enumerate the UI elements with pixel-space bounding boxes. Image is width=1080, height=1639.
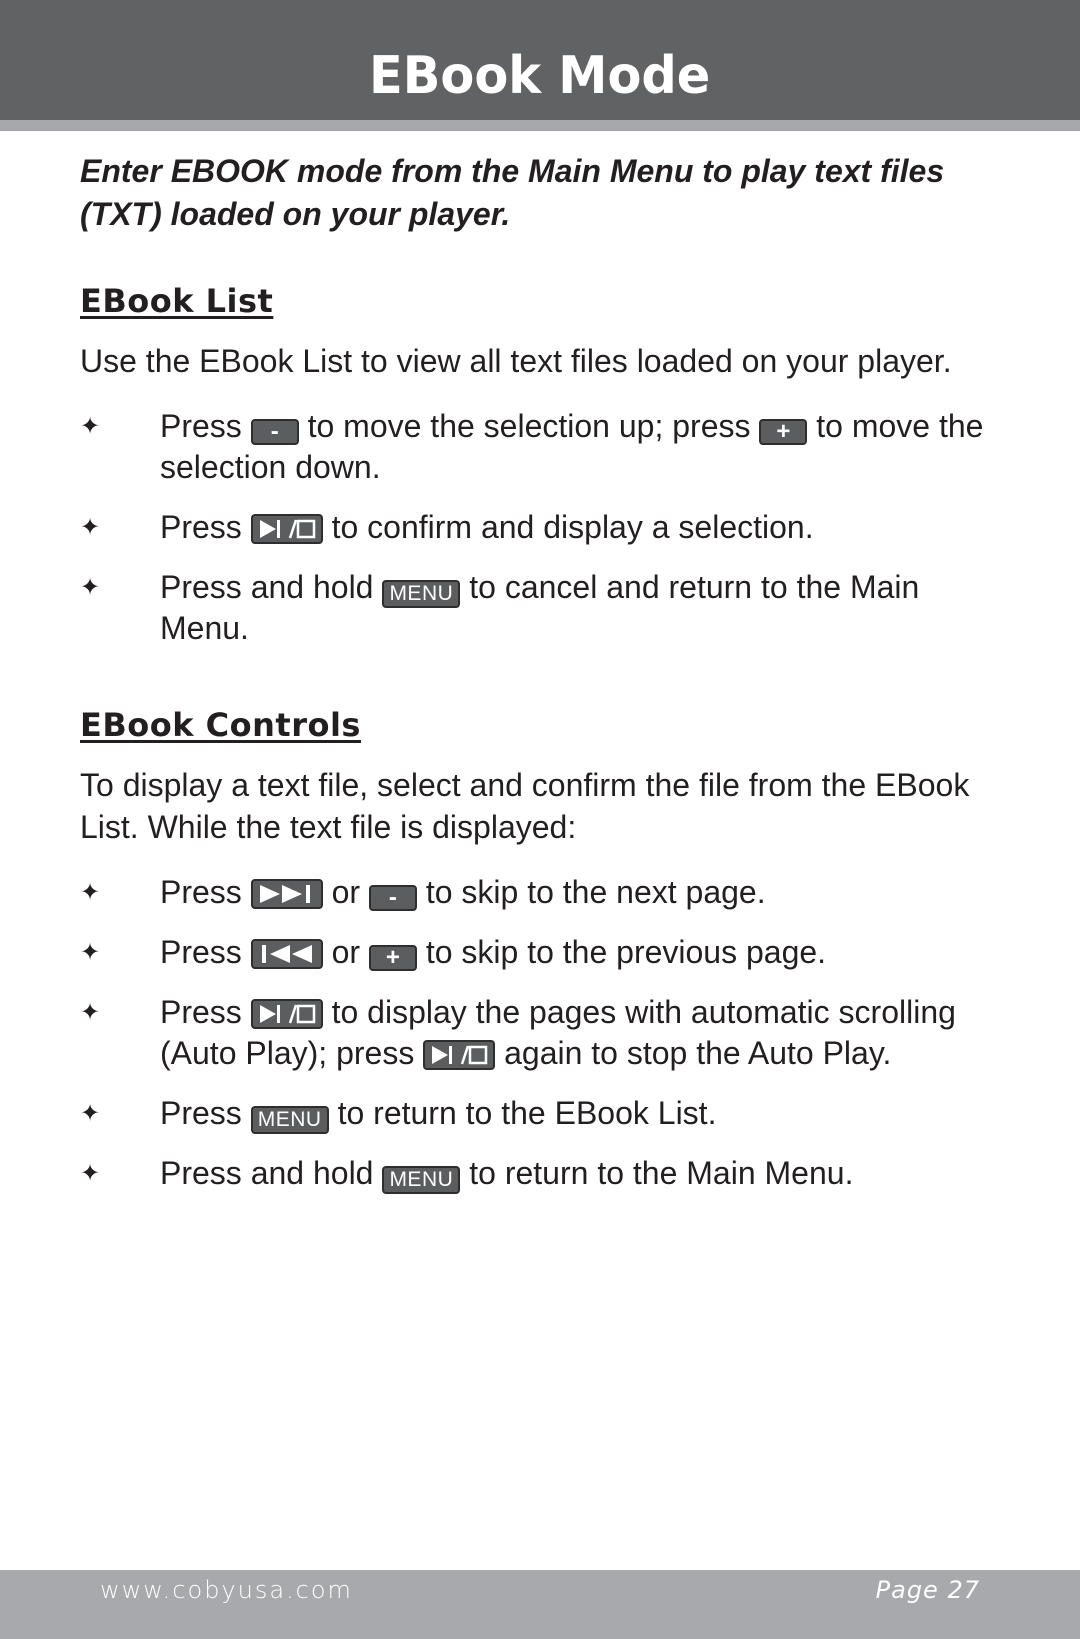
minus-button-icon: - bbox=[250, 419, 299, 445]
instruction-text: Press bbox=[160, 874, 242, 910]
star-bullet-icon: ✦ bbox=[80, 413, 101, 440]
section-heading-ebook-controls: EBook Controls bbox=[80, 706, 361, 744]
menu-button-icon: MENU bbox=[250, 1105, 329, 1134]
instruction-text: Press bbox=[160, 994, 242, 1030]
list-item: ✦ Press and hold MENU to return to the Ma… bbox=[80, 1153, 1000, 1194]
list-item: ✦ Press or - to skip to the next page. bbox=[80, 872, 1000, 913]
instruction-text: Press bbox=[160, 1095, 242, 1131]
star-bullet-icon: ✦ bbox=[80, 879, 101, 906]
footer-url: www.cobyusa.com bbox=[100, 1576, 353, 1604]
instruction-text: or bbox=[331, 874, 361, 910]
star-bullet-icon: ✦ bbox=[80, 1160, 101, 1187]
instruction-text: to skip to the next page. bbox=[425, 874, 766, 910]
star-bullet-icon: ✦ bbox=[80, 939, 101, 966]
instruction-text: to return to the Main Menu. bbox=[469, 1155, 854, 1191]
list-item: ✦ Press to confirm and display a selectio… bbox=[80, 507, 1000, 548]
star-bullet-icon: ✦ bbox=[80, 574, 101, 601]
instruction-text: Press bbox=[160, 509, 242, 545]
play-pause-button-icon bbox=[423, 1040, 496, 1070]
page-footer: www.cobyusa.com Page 27 bbox=[0, 1570, 1080, 1639]
page-header: EBook Mode bbox=[0, 0, 1080, 120]
star-bullet-icon: ✦ bbox=[80, 514, 101, 541]
page-content: Enter EBOOK mode from the Main Menu to p… bbox=[80, 150, 1000, 1213]
instruction-text: Press bbox=[160, 934, 242, 970]
instruction-text: to confirm and display a selection. bbox=[331, 509, 814, 545]
plus-button-icon: + bbox=[368, 945, 417, 971]
previous-button-icon bbox=[250, 939, 323, 969]
menu-button-icon: MENU bbox=[382, 1165, 461, 1194]
section-heading-ebook-list: EBook List bbox=[80, 282, 274, 320]
list-item: ✦ Press or + to skip to the previous page… bbox=[80, 932, 1000, 973]
play-pause-button-icon bbox=[250, 514, 323, 544]
minus-button-icon: - bbox=[368, 885, 417, 911]
list-item: ✦ Press and hold MENU to cancel and retur… bbox=[80, 567, 1000, 649]
play-pause-button-icon bbox=[250, 999, 323, 1029]
ebook-list-bullets: ✦ Press - to move the selection up; press… bbox=[80, 406, 1000, 649]
star-bullet-icon: ✦ bbox=[80, 1100, 101, 1127]
ebook-controls-description: To display a text file, select and confi… bbox=[80, 767, 970, 845]
instruction-text: to move the selection up; press bbox=[307, 408, 751, 444]
page-title: EBook Mode bbox=[369, 46, 711, 106]
instruction-text: to return to the EBook List. bbox=[337, 1095, 717, 1131]
instruction-text: Press bbox=[160, 408, 242, 444]
ebook-list-description: Use the EBook List to view all text file… bbox=[80, 343, 952, 379]
instruction-text: Press and hold bbox=[160, 569, 374, 605]
page-number: Page 27 bbox=[875, 1576, 980, 1604]
list-item: ✦ Press - to move the selection up; press… bbox=[80, 406, 1000, 488]
menu-button-icon: MENU bbox=[382, 579, 461, 608]
star-bullet-icon: ✦ bbox=[80, 999, 101, 1026]
instruction-text: again to stop the Auto Play. bbox=[504, 1035, 892, 1071]
list-item: ✦ Press to display the pages with automat… bbox=[80, 992, 1000, 1074]
intro-text: Enter EBOOK mode from the Main Menu to p… bbox=[80, 153, 945, 232]
instruction-text: or bbox=[331, 934, 361, 970]
instruction-text: Press and hold bbox=[160, 1155, 374, 1191]
next-button-icon bbox=[250, 879, 323, 909]
ebook-controls-bullets: ✦ Press or - to skip to the next page. ✦ Pr… bbox=[80, 872, 1000, 1194]
instruction-text: to skip to the previous page. bbox=[425, 934, 827, 970]
list-item: ✦ Press MENU to return to the EBook List. bbox=[80, 1093, 1000, 1134]
header-divider bbox=[0, 120, 1080, 131]
plus-button-icon: + bbox=[759, 419, 808, 445]
